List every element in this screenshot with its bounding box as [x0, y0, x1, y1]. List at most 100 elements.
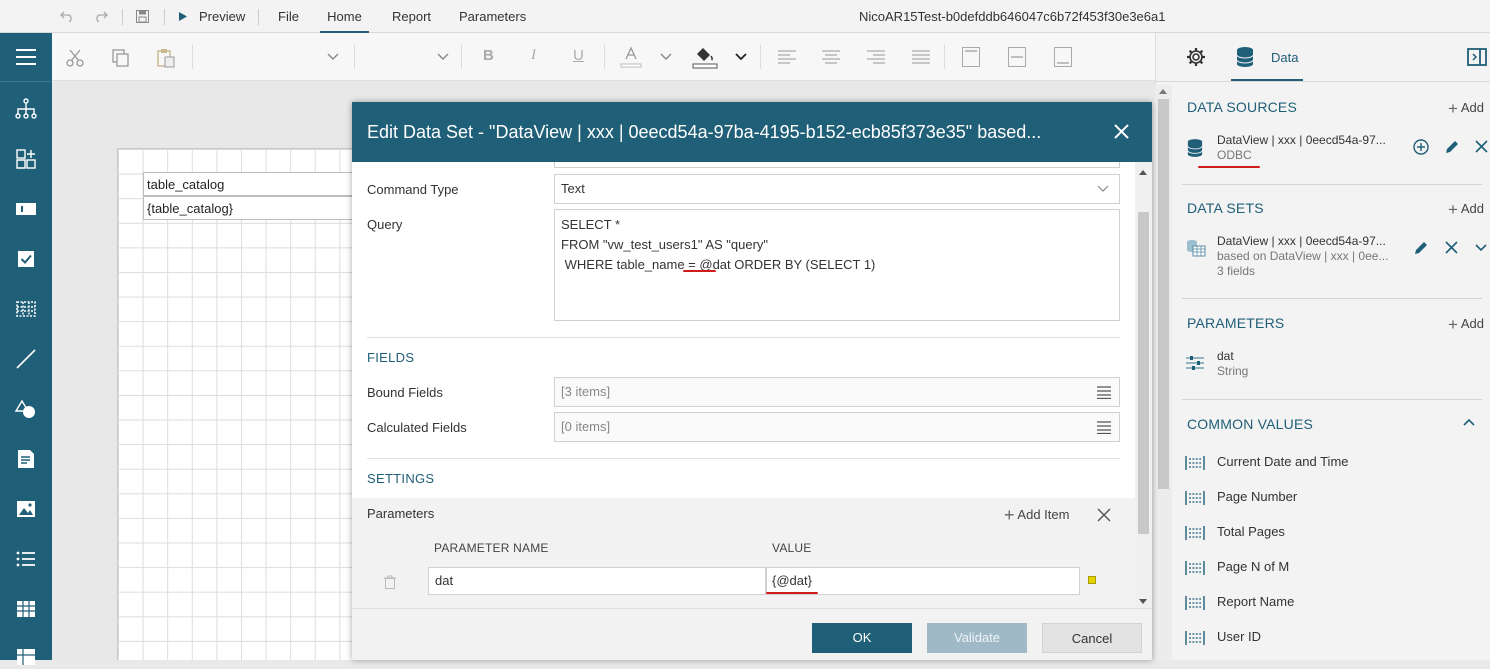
richtext-icon[interactable] — [14, 447, 38, 471]
right-panel-scrollbar[interactable] — [1155, 85, 1172, 660]
add-parameter-button[interactable]: + Add — [1448, 315, 1484, 335]
table-icon[interactable] — [14, 297, 38, 321]
cut-icon[interactable] — [66, 49, 84, 67]
edit-pencil-icon[interactable] — [1413, 240, 1429, 256]
query-textarea[interactable]: SELECT * FROM "vw_test_users1" AS "query… — [554, 209, 1120, 321]
ok-button[interactable]: OK — [812, 623, 912, 653]
expression-indicator[interactable] — [1088, 576, 1096, 584]
calculated-fields-field[interactable]: [0 items] — [554, 412, 1120, 442]
scrollbar-thumb[interactable] — [1138, 212, 1149, 534]
add-dataset-circle-icon[interactable] — [1413, 139, 1429, 155]
edit-pencil-icon[interactable] — [1444, 139, 1460, 155]
column-header-parameter-name: PARAMETER NAME — [434, 541, 549, 555]
database-icon — [1236, 46, 1254, 68]
play-icon — [179, 12, 187, 21]
menu-parameters[interactable]: Parameters — [459, 0, 526, 33]
report-textbox-header[interactable]: table_catalog — [143, 172, 353, 196]
tablix-icon[interactable] — [14, 597, 38, 621]
hamburger-menu-icon[interactable] — [14, 45, 38, 69]
underline-icon[interactable]: U — [573, 47, 584, 64]
undo-icon[interactable] — [60, 10, 74, 22]
chevron-down-icon[interactable] — [1475, 244, 1487, 252]
menu-bar: Preview File Home Report Parameters Nico… — [0, 0, 1490, 33]
command-type-select[interactable]: Text — [554, 174, 1120, 204]
data-set-name[interactable]: DataView | xxx | 0eecd54a-97... — [1217, 234, 1386, 248]
remove-x-icon[interactable] — [1445, 241, 1458, 254]
data-sets-title: DATA SETS — [1187, 200, 1264, 216]
report-page[interactable] — [117, 148, 357, 660]
scrollbar-thumb[interactable] — [1158, 99, 1169, 489]
report-textbox-detail[interactable]: {table_catalog} — [143, 196, 353, 220]
collapse-panel-icon[interactable] — [1467, 47, 1487, 67]
group-editor-icon[interactable] — [14, 147, 38, 171]
menu-home[interactable]: Home — [320, 0, 369, 33]
dialog-scrollbar[interactable] — [1135, 162, 1152, 608]
copy-icon[interactable] — [112, 49, 130, 67]
list-item-label: Page N of M — [1217, 559, 1290, 574]
divider — [354, 45, 355, 69]
align-left-icon[interactable] — [778, 50, 796, 64]
data-source-name[interactable]: DataView | xxx | 0eecd54a-97... — [1217, 133, 1386, 147]
list-editor-icon[interactable] — [1097, 386, 1111, 399]
plus-icon: + — [1004, 505, 1015, 525]
font-color-dropdown-icon[interactable] — [660, 53, 672, 61]
menu-report[interactable]: Report — [392, 0, 431, 33]
valign-middle-icon[interactable] — [1008, 47, 1026, 67]
align-center-icon[interactable] — [822, 50, 840, 64]
query-line: FROM "vw_test_users1" AS "query" — [561, 237, 769, 252]
close-icon[interactable] — [1114, 124, 1129, 139]
fill-color-dropdown-icon[interactable] — [735, 53, 747, 61]
query-line: WHERE table_name = @dat ORDER BY (SELECT… — [561, 255, 1119, 275]
align-right-icon[interactable] — [867, 50, 885, 64]
image-icon[interactable] — [14, 497, 38, 521]
font-size-dropdown-icon[interactable] — [437, 53, 449, 61]
parameter-sliders-icon — [1186, 355, 1204, 371]
font-color-icon[interactable] — [620, 45, 642, 69]
report-explorer-icon[interactable] — [14, 97, 38, 121]
fill-color-icon[interactable] — [692, 44, 718, 70]
parameter-name[interactable]: dat — [1217, 349, 1234, 363]
preview-button[interactable]: Preview — [179, 0, 245, 33]
cancel-button[interactable]: Cancel — [1042, 623, 1142, 653]
add-data-source-button[interactable]: + Add — [1448, 99, 1484, 119]
scroll-down-arrow-icon[interactable] — [1139, 599, 1147, 604]
validate-button[interactable]: Validate — [927, 623, 1027, 653]
bold-icon[interactable]: B — [483, 47, 494, 64]
bound-fields-field[interactable]: [3 items] — [554, 377, 1120, 407]
divider — [192, 45, 193, 69]
scroll-up-arrow-icon[interactable] — [1159, 89, 1167, 94]
scroll-up-arrow-icon[interactable] — [1139, 170, 1147, 175]
menu-file[interactable]: File — [278, 0, 299, 33]
list-icon[interactable] — [14, 547, 38, 571]
redo-icon[interactable] — [94, 10, 108, 22]
trash-icon[interactable] — [384, 575, 396, 589]
font-family-dropdown-icon[interactable] — [327, 53, 339, 61]
line-icon[interactable] — [14, 347, 38, 371]
valign-bottom-icon[interactable] — [1054, 47, 1072, 67]
matrix-icon[interactable] — [14, 645, 38, 669]
checkbox-icon[interactable] — [14, 247, 38, 271]
add-data-set-button[interactable]: + Add — [1448, 200, 1484, 220]
query-text: ORDER BY (SELECT 1) — [730, 257, 876, 272]
save-icon[interactable] — [136, 10, 149, 23]
chevron-down-icon — [1097, 185, 1109, 193]
parameter-name-input[interactable]: dat — [428, 567, 766, 595]
plus-icon: + — [1448, 315, 1458, 334]
remove-x-icon[interactable] — [1475, 140, 1488, 153]
parameter-type: String — [1217, 364, 1249, 378]
parameter-value-input[interactable]: {@dat} — [766, 567, 1080, 595]
shapes-icon[interactable] — [14, 397, 38, 421]
chevron-up-icon[interactable] — [1463, 418, 1475, 426]
clear-x-icon[interactable] — [1097, 508, 1111, 522]
valign-top-icon[interactable] — [962, 47, 980, 67]
divider — [1156, 81, 1490, 82]
textbox-icon[interactable] — [14, 197, 38, 221]
align-justify-icon[interactable] — [912, 50, 930, 64]
tab-data[interactable]: Data — [1231, 33, 1303, 81]
divider — [122, 9, 123, 25]
italic-icon[interactable]: I — [531, 47, 536, 64]
paste-icon[interactable] — [156, 48, 176, 68]
list-editor-icon[interactable] — [1097, 421, 1111, 434]
add-item-button[interactable]: + Add Item — [1004, 505, 1069, 526]
properties-gear-icon[interactable] — [1186, 47, 1206, 67]
